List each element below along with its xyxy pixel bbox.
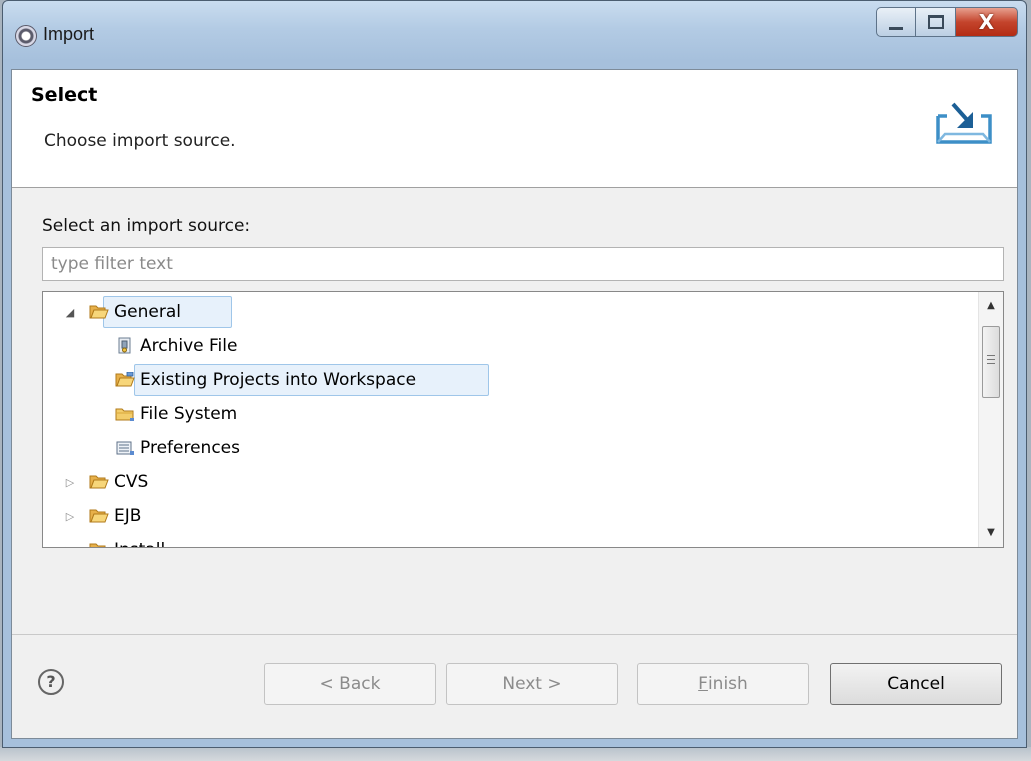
button-bar: ? < Back Next > Finish Cancel (12, 634, 1017, 738)
scroll-up-arrow-icon[interactable]: ▲ (979, 294, 1003, 318)
expand-toggle-general[interactable]: ◢ (63, 306, 77, 319)
filter-input[interactable] (42, 247, 1004, 281)
minimize-icon (889, 26, 903, 30)
page-title: Select (31, 84, 98, 106)
finish-mnemonic: F (698, 674, 708, 694)
scroll-down-arrow-icon[interactable]: ▼ (979, 521, 1003, 545)
tree-item-cvs[interactable]: ▷ CVS (63, 466, 149, 498)
back-button[interactable]: < Back (264, 663, 436, 705)
tree-item-label: Preferences (140, 438, 240, 458)
preferences-icon (115, 439, 135, 457)
import-source-tree[interactable]: ◢ General Archive File Existing Projects… (42, 291, 1004, 548)
tree-item-ejb[interactable]: ▷ EJB (63, 500, 142, 532)
tree-item-file-system[interactable]: File System (115, 398, 237, 430)
close-icon: X (978, 10, 995, 34)
tree-item-label: Archive File (140, 336, 238, 356)
minimize-button[interactable] (876, 7, 916, 37)
tree-item-label: General (114, 302, 181, 322)
next-button[interactable]: Next > (446, 663, 618, 705)
scroll-thumb[interactable] (982, 326, 1000, 398)
expand-toggle-install[interactable]: ▷ (63, 544, 77, 547)
eclipse-app-icon (15, 25, 37, 47)
import-source-label: Select an import source: (42, 216, 251, 236)
tree-item-general[interactable]: ◢ General (63, 296, 181, 328)
maximize-button[interactable] (916, 7, 956, 37)
help-icon[interactable]: ? (38, 669, 64, 695)
maximize-icon (927, 15, 944, 29)
tree-scrollbar[interactable]: ▲ ▼ (978, 292, 1003, 547)
archive-file-icon (115, 337, 135, 355)
close-button[interactable]: X (956, 7, 1018, 37)
tree-item-label: File System (140, 404, 238, 424)
expand-toggle-cvs[interactable]: ▷ (63, 476, 77, 489)
finish-label: inish (707, 674, 748, 694)
tree-item-label: Existing Projects into Workspace (140, 370, 417, 390)
project-folder-icon (115, 371, 135, 389)
folder-open-icon (89, 303, 109, 321)
expand-toggle-ejb[interactable]: ▷ (63, 510, 77, 523)
tree-item-preferences[interactable]: Preferences (115, 432, 240, 464)
tree-item-install[interactable]: ▷ Install (63, 534, 165, 547)
caption-buttons: X (876, 7, 1018, 39)
finish-button[interactable]: Finish (637, 663, 809, 705)
import-wizard-icon (936, 102, 992, 144)
wizard-header: Select Choose import source. (12, 70, 1017, 188)
folder-open-icon (89, 541, 109, 547)
folder-icon (115, 405, 135, 423)
tree-item-label: Install (114, 540, 165, 547)
grip-icon (987, 355, 995, 366)
window-title: Import (43, 24, 95, 44)
tree-item-existing-projects[interactable]: Existing Projects into Workspace (115, 364, 416, 396)
dialog-content: Select Choose import source. Select an i… (11, 69, 1018, 739)
folder-open-icon (89, 473, 109, 491)
folder-open-icon (89, 507, 109, 525)
desktop-background (0, 747, 1031, 761)
page-description: Choose import source. (44, 131, 236, 151)
title-bar[interactable]: Import X (3, 1, 1026, 69)
import-dialog: Import X Select Choose import source. Se… (2, 0, 1027, 748)
cancel-button[interactable]: Cancel (830, 663, 1002, 705)
tree-item-archive-file[interactable]: Archive File (115, 330, 237, 362)
tree-item-label: CVS (114, 472, 149, 492)
tree-item-label: EJB (114, 506, 142, 526)
